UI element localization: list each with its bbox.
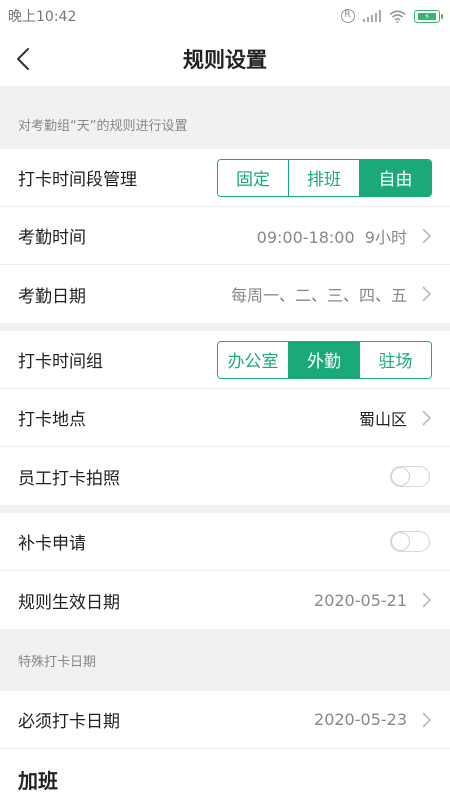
attendance-time-label: 考勤时间: [18, 228, 86, 248]
required-date-label: 必须打卡日期: [18, 712, 120, 732]
segment-field[interactable]: 外勤: [289, 341, 360, 378]
punch-location-right: 蜀山区: [359, 406, 432, 430]
punch-period-row: 打卡时间段管理 固定 排班 自由: [0, 149, 450, 207]
makeup-toggle[interactable]: [390, 531, 430, 552]
photo-label: 员工打卡拍照: [18, 468, 120, 489]
makeup-row: 补卡申请: [0, 513, 450, 571]
page-title: 规则设置: [183, 48, 267, 72]
section-header-special-dates: 特殊打卡日期: [18, 654, 97, 670]
attendance-date-label: 考勤日期: [18, 286, 86, 307]
required-date-value: 2020-05-23: [314, 710, 407, 729]
section-divider: [0, 323, 450, 331]
signal-icon: [362, 10, 381, 22]
punch-period-label: 打卡时间段管理: [18, 170, 137, 190]
segment-free[interactable]: 自由: [360, 159, 431, 196]
punch-group-label: 打卡时间组: [18, 352, 103, 372]
photo-toggle[interactable]: [390, 465, 430, 487]
overtime-heading: 加班: [0, 749, 450, 800]
makeup-label: 补卡申请: [18, 534, 86, 554]
attendance-time-row[interactable]: 考勤时间 09:00-18:00 9小时: [0, 207, 450, 265]
punch-location-label: 打卡地点: [18, 410, 86, 430]
chevron-right-icon: [422, 286, 432, 302]
attendance-time-value: 09:00-18:00 9小时: [256, 227, 407, 247]
registered-icon: R: [340, 9, 355, 23]
required-date-row[interactable]: 必须打卡日期 2020-05-23: [0, 691, 450, 749]
required-date-right: 2020-05-23: [314, 710, 432, 729]
attendance-time-right: 09:00-18:00 9小时: [257, 224, 432, 248]
effective-date-row[interactable]: 规则生效日期 2020-05-21: [0, 571, 450, 629]
segment-fixed[interactable]: 固定: [218, 159, 289, 196]
status-icons: R ⚡: [340, 9, 443, 23]
attendance-date-value: 每周一、二、三、四、五: [230, 286, 407, 305]
effective-date-right: 2020-05-21: [314, 591, 432, 610]
attendance-date-row[interactable]: 考勤日期 每周一、二、三、四、五: [0, 265, 450, 323]
battery-icon: ⚡: [414, 9, 443, 23]
attendance-date-right: 每周一、二、三、四、五: [231, 282, 432, 306]
status-time: 晚上10:42: [8, 9, 77, 25]
section-header-day-rules: 对考勤组“天”的规则进行设置: [18, 119, 188, 134]
punch-location-value: 蜀山区: [358, 409, 407, 429]
punch-period-segmented-control: 固定 排班 自由: [217, 158, 432, 197]
punch-group-segmented-control: 办公室 外勤 驻场: [217, 340, 432, 379]
nav-bar: 规则设置: [0, 32, 450, 86]
effective-date-label: 规则生效日期: [18, 592, 120, 613]
chevron-right-icon: [422, 711, 432, 728]
chevron-right-icon: [422, 592, 432, 608]
chevron-right-icon: [422, 409, 432, 426]
punch-group-row: 打卡时间组 办公室 外勤 驻场: [0, 331, 450, 389]
segment-shift[interactable]: 排班: [289, 159, 360, 196]
chevron-right-icon: [422, 227, 432, 244]
effective-date-value: 2020-05-21: [314, 590, 407, 610]
segment-onsite[interactable]: 驻场: [360, 341, 431, 378]
punch-location-row[interactable]: 打卡地点 蜀山区: [0, 389, 450, 447]
back-arrow-icon[interactable]: [12, 45, 38, 73]
segment-office[interactable]: 办公室: [218, 341, 289, 378]
wifi-icon: [389, 9, 406, 23]
section-divider: [0, 505, 450, 513]
status-bar: 晚上10:42 R ⚡: [0, 0, 450, 32]
photo-row: 员工打卡拍照: [0, 447, 450, 505]
